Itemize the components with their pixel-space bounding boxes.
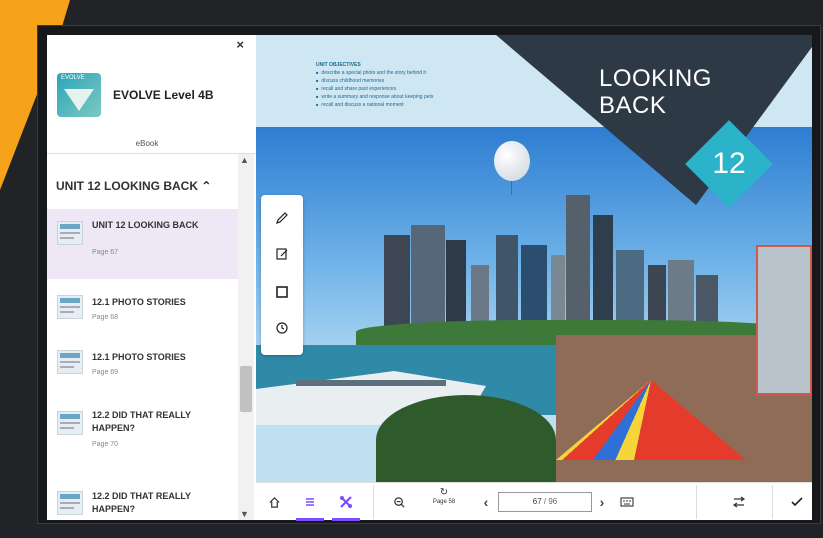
rotate-icon: ↻ [439, 487, 449, 498]
swap-arrows-icon [732, 496, 746, 508]
tree-foliage [376, 395, 556, 482]
active-tab-indicator [296, 518, 324, 521]
divider [772, 485, 773, 519]
hot-air-balloon [494, 141, 530, 181]
tools-icon [340, 496, 352, 508]
toc-item-page: Page 70 [92, 441, 119, 448]
scroll-down-arrow-icon[interactable]: ▼ [240, 509, 249, 519]
book-page: UNIT OBJECTIVES describe a special photo… [256, 35, 812, 482]
toc-item-title: 12.1 PHOTO STORIES [92, 352, 186, 362]
active-tab-indicator [332, 518, 360, 521]
note-tool-button[interactable] [261, 237, 303, 271]
toc-item-title: 12.2 DID THAT REALLY HAPPEN? [92, 491, 191, 514]
toc-item[interactable]: 12.1 PHOTO STORIES Page 69 [47, 334, 238, 404]
ebook-label: eBook [135, 139, 159, 148]
home-button[interactable] [256, 483, 292, 521]
pen-tool-button[interactable] [261, 201, 303, 235]
unit-number: 12 [712, 147, 746, 180]
annotation-tools [261, 195, 303, 355]
page-thumbnail-icon [57, 221, 83, 245]
total-pages: 96 [548, 497, 558, 506]
objective-item: write a summary and response about keepi… [316, 93, 433, 101]
toc-item-title: UNIT 12 LOOKING BACK [92, 220, 199, 230]
book-title: EVOLVE Level 4B [113, 88, 214, 102]
checkmark-icon [791, 497, 803, 507]
chevron-right-icon: › [599, 494, 605, 510]
page-thumbnail-icon [57, 411, 83, 435]
ferris-wheel-tower [756, 245, 812, 395]
keyboard-icon [620, 497, 634, 507]
toc-sidebar: × EVOLVE EVOLVE Level 4B eBook UNIT 12 L… [47, 35, 256, 520]
rectangle-icon [276, 286, 288, 298]
boat-deck [296, 380, 446, 386]
zoom-out-icon [393, 496, 405, 508]
chevron-left-icon: ‹ [483, 494, 489, 510]
rotate-page-button[interactable]: ↻ Page 58 [424, 487, 464, 517]
logo-text: EVOLVE [61, 75, 85, 81]
bottom-toolbar: ↻ Page 58 ‹ 67 / 96 › [256, 482, 812, 521]
page-thumbnail-icon [57, 295, 83, 319]
note-edit-icon [276, 248, 288, 260]
scrollbar-thumb[interactable] [240, 366, 252, 412]
next-page-button[interactable]: › [592, 483, 612, 521]
sidebar-scrollbar[interactable]: ▲ ▼ [238, 154, 254, 520]
home-icon [268, 496, 280, 508]
book-cover-logo: EVOLVE [57, 73, 101, 117]
close-sidebar-button[interactable]: × [236, 37, 244, 52]
toc-item-title: 12.1 PHOTO STORIES [92, 297, 186, 307]
list-icon [306, 498, 314, 506]
objective-item: describe a special photo and the story b… [316, 69, 433, 77]
toc-item-page: Page 67 [92, 249, 119, 256]
scroll-up-arrow-icon[interactable]: ▲ [240, 155, 249, 165]
toc-item-page: Page 68 [92, 314, 119, 321]
page-number-input[interactable]: 67 / 96 [498, 492, 592, 512]
page-thumbnail-icon [57, 350, 83, 374]
pen-icon [276, 212, 288, 224]
swap-pages-button[interactable] [724, 483, 754, 521]
current-page: 67 [532, 497, 542, 506]
chevron-up-icon: ⌃ [198, 179, 212, 193]
toc-list: UNIT 12 LOOKING BACK ⌃ UNIT 12 LOOKING B… [47, 154, 256, 520]
toc-item[interactable]: 12.2 DID THAT REALLY HAPPEN? Page 70 [47, 399, 238, 469]
unit-section-title: UNIT 12 LOOKING BACK [56, 179, 199, 193]
logo-mark-icon [64, 89, 94, 111]
tab-toc[interactable] [292, 483, 328, 521]
divider [696, 485, 697, 519]
confirm-button[interactable] [782, 483, 812, 521]
objectives-list: describe a special photo and the story b… [316, 69, 433, 109]
screen: × EVOLVE EVOLVE Level 4B eBook UNIT 12 L… [0, 0, 823, 538]
objectives-title: UNIT OBJECTIVES [316, 62, 361, 68]
prev-page-button[interactable]: ‹ [476, 483, 496, 521]
unit-title-line: LOOKING [599, 65, 712, 92]
toc-item[interactable]: 12.2 DID THAT REALLY HAPPEN? [47, 479, 238, 520]
toc-item-title: 12.2 DID THAT REALLY HAPPEN? [92, 410, 191, 433]
objective-item: discuss childhood memories [316, 77, 433, 85]
page-thumbnail-icon [57, 491, 83, 515]
keyboard-button[interactable] [612, 483, 642, 521]
tab-tools[interactable] [328, 483, 364, 521]
clock-tool-button[interactable] [261, 311, 303, 345]
objective-item: recall and share past experiences [316, 85, 433, 93]
unit-section-header[interactable]: UNIT 12 LOOKING BACK ⌃ [56, 179, 211, 193]
unit-title: LOOKING BACK [599, 65, 712, 119]
rotate-page-label: Page 58 [432, 499, 456, 505]
objective-item: recall and discuss a national moment [316, 101, 433, 109]
unit-title-line: BACK [599, 92, 667, 119]
balloon-tether [511, 181, 512, 195]
divider [373, 485, 374, 519]
brand: EVOLVE EVOLVE Level 4B [57, 73, 213, 117]
clock-icon [276, 322, 288, 334]
toc-item[interactable]: UNIT 12 LOOKING BACK Page 67 [47, 209, 238, 279]
toc-item-page: Page 69 [92, 369, 119, 376]
zoom-out-button[interactable] [384, 483, 414, 521]
rectangle-tool-button[interactable] [261, 275, 303, 309]
